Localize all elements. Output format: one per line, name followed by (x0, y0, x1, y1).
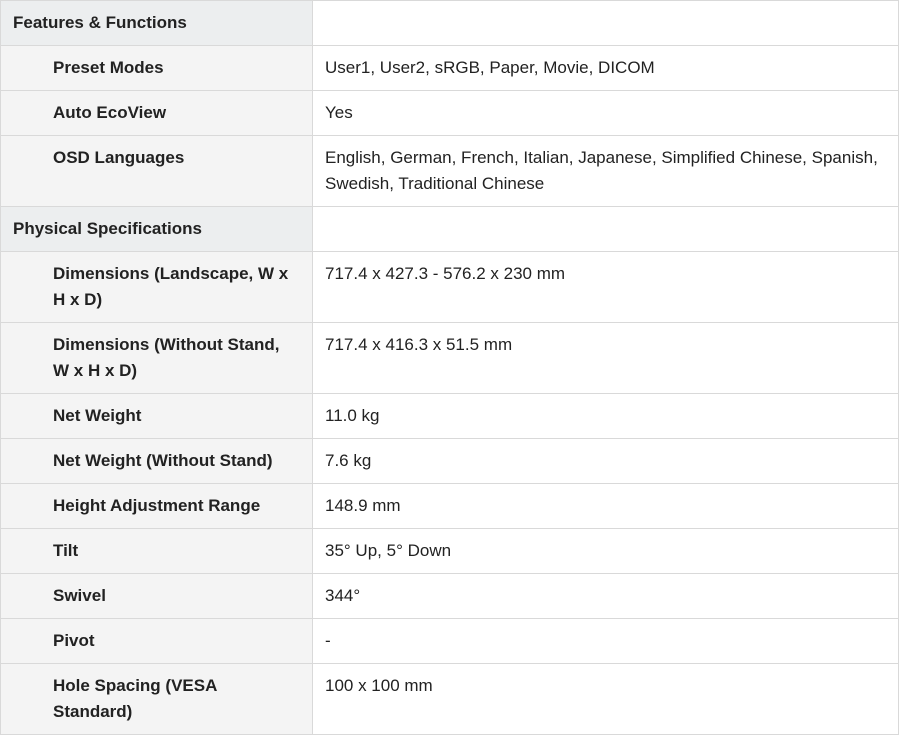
spec-label: Pivot (0, 618, 313, 664)
spec-label: Preset Modes (0, 45, 313, 91)
spec-value: User1, User2, sRGB, Paper, Movie, DICOM (312, 45, 899, 91)
spec-label: Hole Spacing (VESA Standard) (0, 663, 313, 735)
spec-value: English, German, French, Italian, Japane… (312, 135, 899, 207)
spec-value: 100 x 100 mm (312, 663, 899, 735)
spec-value: 717.4 x 427.3 - 576.2 x 230 mm (312, 251, 899, 323)
spec-value: 344° (312, 573, 899, 619)
spec-row-preset-modes: Preset Modes User1, User2, sRGB, Paper, … (0, 45, 899, 91)
spec-value: 7.6 kg (312, 438, 899, 484)
spec-row-pivot: Pivot - (0, 618, 899, 664)
spec-label: Dimensions (Landscape, W x H x D) (0, 251, 313, 323)
section-title: Features & Functions (0, 0, 313, 46)
spec-row-swivel: Swivel 344° (0, 573, 899, 619)
spec-label: Auto EcoView (0, 90, 313, 136)
spec-row-height-adjustment: Height Adjustment Range 148.9 mm (0, 483, 899, 529)
spec-row-tilt: Tilt 35° Up, 5° Down (0, 528, 899, 574)
section-header-physical: Physical Specifications (0, 206, 899, 252)
spec-label: Tilt (0, 528, 313, 574)
spec-label: Net Weight (Without Stand) (0, 438, 313, 484)
spec-value: - (312, 618, 899, 664)
section-title: Physical Specifications (0, 206, 313, 252)
spec-row-auto-ecoview: Auto EcoView Yes (0, 90, 899, 136)
spec-label: OSD Languages (0, 135, 313, 207)
spec-value: 148.9 mm (312, 483, 899, 529)
spec-value: 11.0 kg (312, 393, 899, 439)
spec-row-osd-languages: OSD Languages English, German, French, I… (0, 135, 899, 207)
spec-row-net-weight: Net Weight 11.0 kg (0, 393, 899, 439)
spec-row-net-weight-without-stand: Net Weight (Without Stand) 7.6 kg (0, 438, 899, 484)
spec-label: Height Adjustment Range (0, 483, 313, 529)
spec-label: Net Weight (0, 393, 313, 439)
spec-label: Dimensions (Without Stand, W x H x D) (0, 322, 313, 394)
section-empty-cell (312, 0, 899, 46)
spec-row-hole-spacing: Hole Spacing (VESA Standard) 100 x 100 m… (0, 663, 899, 735)
section-empty-cell (312, 206, 899, 252)
spec-value: Yes (312, 90, 899, 136)
spec-value: 717.4 x 416.3 x 51.5 mm (312, 322, 899, 394)
spec-row-dimensions-landscape: Dimensions (Landscape, W x H x D) 717.4 … (0, 251, 899, 323)
spec-label: Swivel (0, 573, 313, 619)
spec-row-dimensions-without-stand: Dimensions (Without Stand, W x H x D) 71… (0, 322, 899, 394)
specifications-table: Features & Functions Preset Modes User1,… (0, 0, 899, 735)
section-header-features: Features & Functions (0, 0, 899, 46)
spec-value: 35° Up, 5° Down (312, 528, 899, 574)
